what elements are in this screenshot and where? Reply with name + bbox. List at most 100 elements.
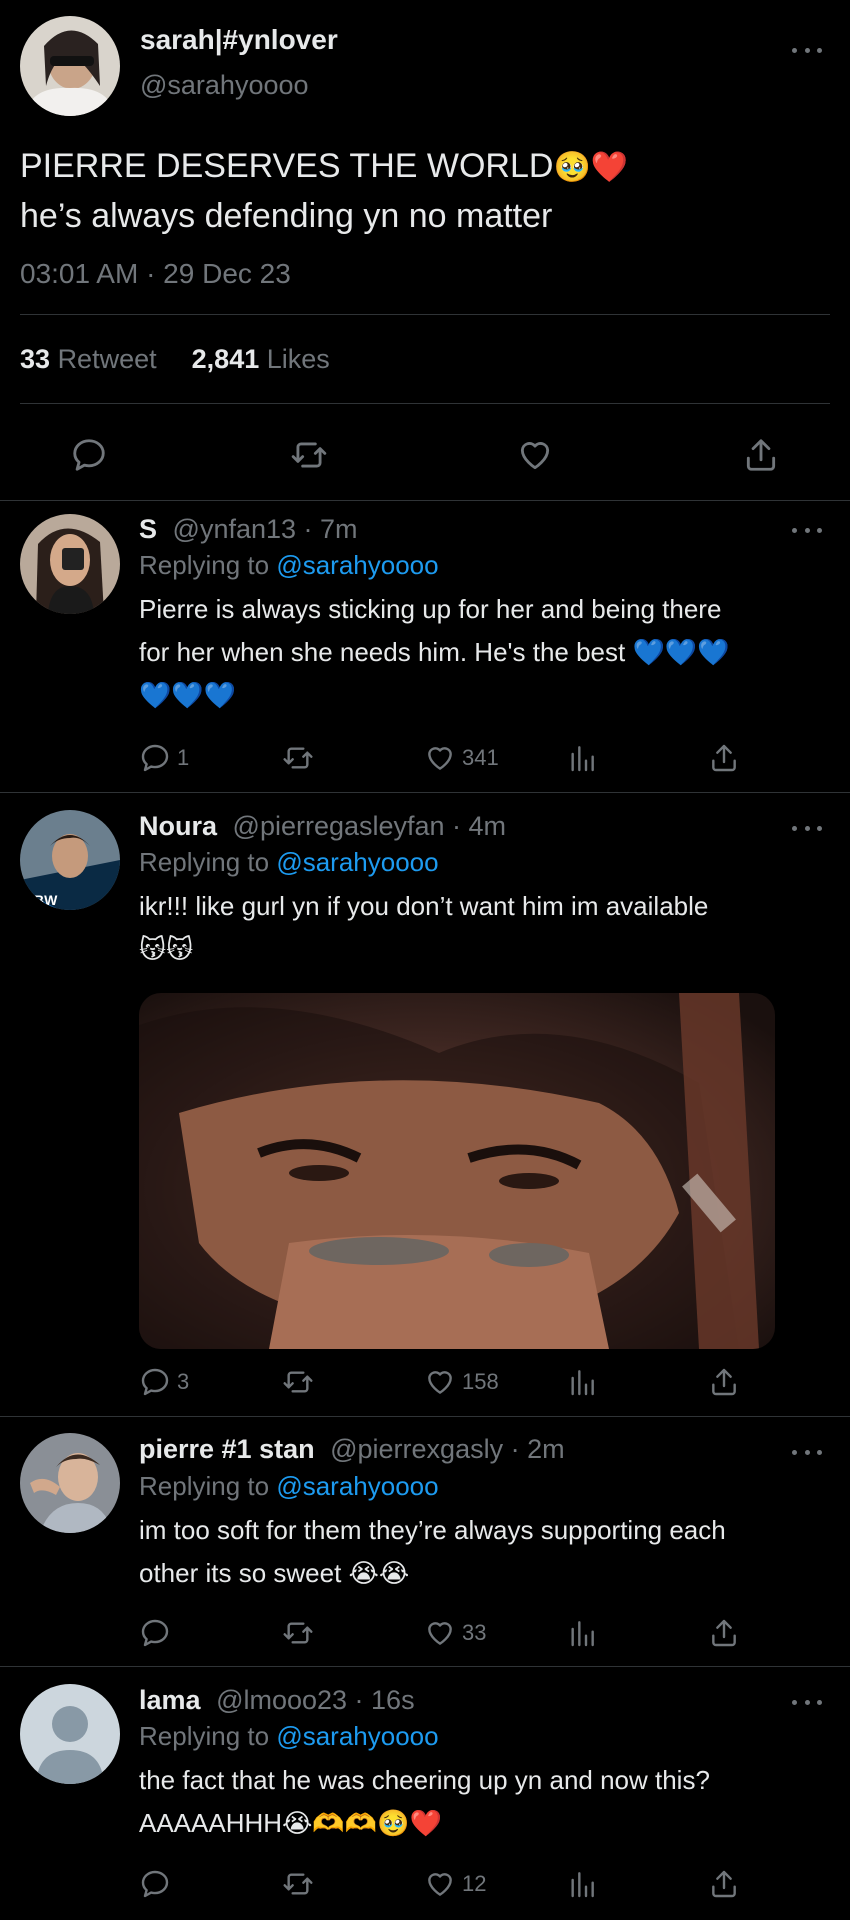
replying-to: Replying to @sarahyoooo (139, 550, 439, 581)
views-icon (571, 746, 594, 772)
views-button[interactable] (566, 742, 598, 774)
avatar-image (20, 514, 120, 614)
handle-time[interactable]: @pierregasleyfan · 4m (233, 811, 507, 841)
avatar[interactable] (20, 1433, 120, 1533)
retweet-button[interactable] (282, 1868, 320, 1900)
divider (0, 1666, 850, 1667)
replying-handle[interactable]: @sarahyoooo (276, 1721, 438, 1751)
more-options-icon[interactable] (792, 1448, 822, 1456)
display-name[interactable]: pierre #1 stan (139, 1434, 315, 1464)
heart-icon (428, 1371, 452, 1394)
like-count: 341 (462, 745, 499, 770)
default-avatar-icon (20, 1684, 120, 1784)
tweet-text-line1: PIERRE DESERVES THE WORLD (20, 147, 554, 185)
retweet-button[interactable] (290, 436, 328, 474)
replying-to: Replying to @sarahyoooo (139, 1721, 439, 1752)
reply-header: Noura @pierregasleyfan · 4m (139, 811, 506, 842)
reply-header: S @ynfan13 · 7m (139, 514, 358, 545)
reply-text-line2: AAAAAHHH😭🫶🫶🥹❤️ (139, 1808, 442, 1838)
handle-time[interactable]: @lmooo23 · 16s (216, 1685, 415, 1715)
tweet-emoji: 🥹❤️ (553, 151, 629, 184)
likes-count[interactable]: 2,841 (192, 344, 260, 374)
replying-label: Replying to (139, 550, 270, 580)
handle-time[interactable]: @pierrexgasly · 2m (330, 1434, 564, 1464)
likes-label[interactable]: Likes (267, 344, 330, 374)
reply-text: ikr!!! like gurl yn if you don’t want hi… (139, 885, 819, 971)
reply-text-line1: ikr!!! like gurl yn if you don’t want hi… (139, 891, 709, 921)
retweet-label[interactable]: Retweet (58, 344, 157, 374)
like-button[interactable]: 158 (424, 1366, 499, 1398)
tweet-text: PIERRE DESERVES THE WORLD🥹❤️ he’s always… (20, 142, 628, 240)
reply-text: im too soft for them they’re always supp… (139, 1509, 819, 1595)
more-options-icon[interactable] (792, 526, 822, 534)
media-image[interactable] (139, 993, 775, 1349)
reply-button[interactable]: 1 (139, 742, 189, 774)
reply-button[interactable]: 3 (139, 1366, 189, 1398)
reply-button[interactable] (70, 436, 108, 474)
divider (20, 314, 830, 315)
replying-label: Replying to (139, 847, 270, 877)
views-icon (571, 1370, 594, 1396)
retweet-icon (283, 1622, 313, 1644)
replying-handle[interactable]: @sarahyoooo (276, 847, 438, 877)
svg-text:BW: BW (34, 892, 58, 908)
reply-button[interactable] (139, 1617, 177, 1649)
avatar[interactable]: BW (20, 810, 120, 910)
views-icon (571, 1621, 594, 1647)
share-button[interactable] (742, 436, 780, 474)
share-icon (746, 439, 776, 471)
handle-time[interactable]: @ynfan13 · 7m (173, 514, 358, 544)
reply-header: lama @lmooo23 · 16s (139, 1685, 415, 1716)
display-name[interactable]: S (139, 514, 157, 544)
share-button[interactable] (708, 1617, 740, 1649)
display-name[interactable]: sarah|#ynlover (140, 24, 338, 56)
retweet-button[interactable] (282, 1617, 320, 1649)
timestamp: 03:01 AM · 29 Dec 23 (20, 258, 291, 289)
tweet-text-line2: he’s always defending yn no matter (20, 197, 553, 235)
views-button[interactable] (566, 1366, 598, 1398)
heart-icon (428, 747, 452, 770)
reply-icon (141, 1619, 169, 1647)
more-options-icon[interactable] (792, 46, 822, 54)
retweet-button[interactable] (282, 742, 320, 774)
share-icon (712, 744, 736, 772)
retweet-count[interactable]: 33 (20, 344, 50, 374)
share-button[interactable] (708, 1868, 740, 1900)
share-button[interactable] (708, 1366, 740, 1398)
avatar-image (20, 16, 120, 116)
display-name[interactable]: lama (139, 1685, 201, 1715)
like-button[interactable]: 341 (424, 742, 499, 774)
views-button[interactable] (566, 1617, 598, 1649)
avatar-image: BW (20, 810, 120, 910)
display-name[interactable]: Noura (139, 811, 217, 841)
views-button[interactable] (566, 1868, 598, 1900)
avatar[interactable] (20, 16, 120, 116)
replying-handle[interactable]: @sarahyoooo (276, 550, 438, 580)
retweet-button[interactable] (282, 1366, 320, 1398)
share-icon (712, 1870, 736, 1898)
reply-text-line3: 💙💙💙 (139, 680, 237, 710)
reply-text: Pierre is always sticking up for her and… (139, 588, 819, 717)
replying-to: Replying to @sarahyoooo (139, 1471, 439, 1502)
divider (0, 1416, 850, 1417)
heart-icon (428, 1622, 452, 1645)
like-button[interactable]: 12 (424, 1868, 486, 1900)
more-options-icon[interactable] (792, 824, 822, 832)
divider (0, 792, 850, 793)
reply-text-line1: the fact that he was cheering up yn and … (139, 1765, 710, 1795)
like-count: 33 (462, 1620, 487, 1645)
like-button[interactable]: 33 (424, 1617, 486, 1649)
reply-icon (73, 439, 105, 471)
tweet-stats: 33 Retweet 2,841 Likes (20, 344, 330, 375)
replying-handle[interactable]: @sarahyoooo (276, 1471, 438, 1501)
avatar[interactable] (20, 1684, 120, 1784)
reply-button[interactable] (139, 1868, 177, 1900)
handle[interactable]: @sarahyoooo (140, 70, 309, 101)
like-button[interactable] (516, 436, 554, 474)
share-button[interactable] (708, 742, 740, 774)
reply-text-line1: im too soft for them they’re always supp… (139, 1515, 726, 1545)
avatar[interactable] (20, 514, 120, 614)
retweet-icon (283, 1371, 313, 1393)
like-count: 158 (462, 1369, 499, 1394)
more-options-icon[interactable] (792, 1698, 822, 1706)
